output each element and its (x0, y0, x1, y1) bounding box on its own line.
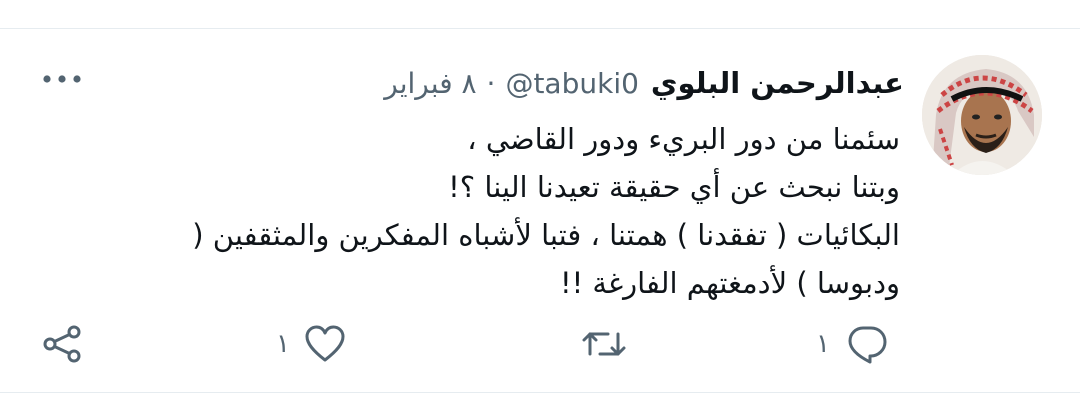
retweet-button[interactable] (580, 319, 628, 369)
heart-icon (304, 324, 346, 364)
tweet-header: ٨ فبراير · @tabuki0 عبدالرحمن البلوي (384, 63, 904, 103)
tweet-text-line: وبتنا نبحث عن أي حقيقة تعيدنا الينا ؟! (448, 170, 900, 204)
author-handle[interactable]: @tabuki0 (505, 67, 638, 100)
reply-icon (846, 323, 888, 365)
tweet-text-line: البكائيات ( تفقدنا ) همتنا ، فتبا لأشباه… (192, 218, 900, 252)
tweet-text: سئمنا من دور البريء ودور القاضي ، وبتنا … (130, 115, 900, 307)
reply-count: ١ (816, 329, 830, 359)
meta-separator: · (486, 66, 496, 100)
like-count: ١ (276, 329, 290, 359)
tweet-date[interactable]: ٨ فبراير (384, 67, 476, 100)
tweet-actions: ١ ١ (0, 319, 1080, 369)
bottom-divider (0, 392, 1080, 393)
share-icon (42, 324, 82, 364)
author-name[interactable]: عبدالرحمن البلوي (651, 66, 904, 100)
share-button[interactable] (42, 319, 82, 369)
tweet-meta: ٨ فبراير · @tabuki0 (384, 67, 639, 100)
tweet-text-line: ودبوسا ) لأدمغتهم الفارغة !! (559, 266, 900, 300)
retweet-icon (580, 324, 628, 364)
tweet-text-line: سئمنا من دور البريء ودور القاضي ، (467, 122, 900, 156)
like-button[interactable]: ١ (276, 319, 346, 369)
more-horizontal-icon[interactable] (40, 67, 84, 91)
tweet-card[interactable]: ٨ فبراير · @tabuki0 عبدالرحمن البلوي سئم… (0, 29, 1080, 392)
reply-button[interactable]: ١ (816, 319, 888, 369)
avatar[interactable] (922, 55, 1042, 175)
